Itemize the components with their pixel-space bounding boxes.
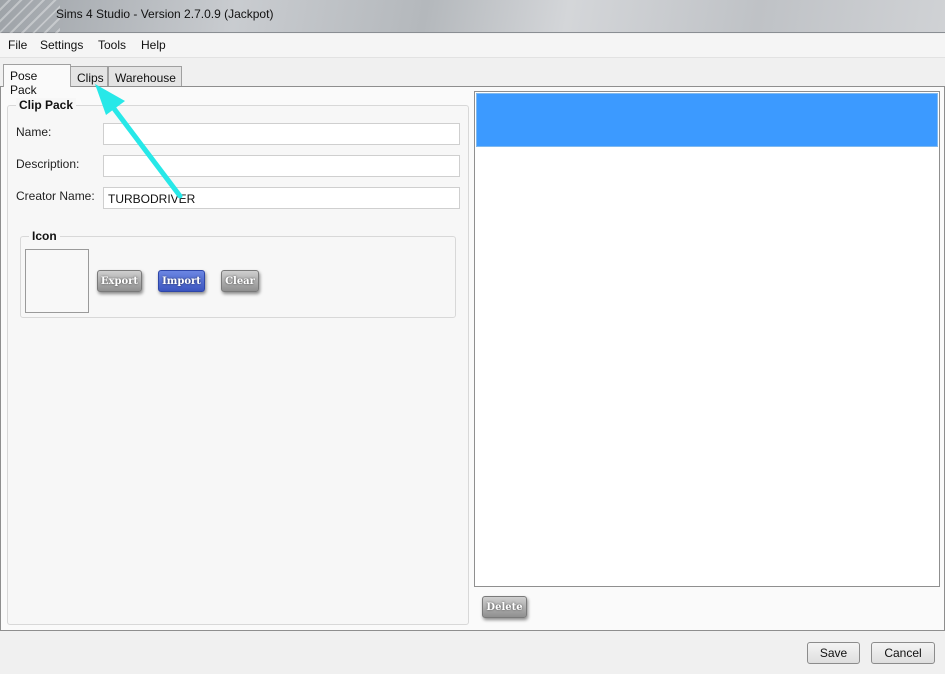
menu-tools[interactable]: Tools: [98, 38, 126, 52]
description-label: Description:: [16, 157, 80, 171]
title-bar: Sims 4 Studio - Version 2.7.0.9 (Jackpot…: [0, 0, 945, 33]
creator-name-field[interactable]: TURBODRIVER: [103, 187, 460, 209]
name-label: Name:: [16, 125, 52, 139]
tab-clips[interactable]: Clips: [70, 66, 108, 88]
description-field[interactable]: [103, 155, 460, 177]
icon-preview-image: [25, 249, 89, 313]
cancel-button[interactable]: Cancel: [871, 642, 935, 664]
menu-help[interactable]: Help: [141, 38, 166, 52]
selected-list-item[interactable]: [476, 93, 938, 147]
import-button[interactable]: Import: [158, 270, 205, 292]
tab-warehouse[interactable]: Warehouse: [108, 66, 182, 88]
menu-bar: File Settings Tools Help: [0, 34, 945, 58]
save-button[interactable]: Save: [807, 642, 860, 664]
clear-button[interactable]: Clear: [221, 270, 259, 292]
clip-pack-group: [7, 105, 469, 625]
icon-group-title: Icon: [29, 229, 60, 243]
clip-pack-title: Clip Pack: [16, 98, 77, 112]
menu-settings[interactable]: Settings: [40, 38, 83, 52]
clip-list[interactable]: [474, 91, 940, 587]
delete-button[interactable]: Delete: [482, 596, 527, 618]
name-field[interactable]: [103, 123, 460, 145]
export-button[interactable]: Export: [97, 270, 142, 292]
menu-file[interactable]: File: [8, 38, 27, 52]
window-title: Sims 4 Studio - Version 2.7.0.9 (Jackpot…: [56, 7, 274, 21]
creator-name-label: Creator Name:: [16, 189, 95, 203]
titlebar-decoration: [0, 0, 60, 33]
tab-pose-pack[interactable]: Pose Pack: [3, 64, 71, 97]
